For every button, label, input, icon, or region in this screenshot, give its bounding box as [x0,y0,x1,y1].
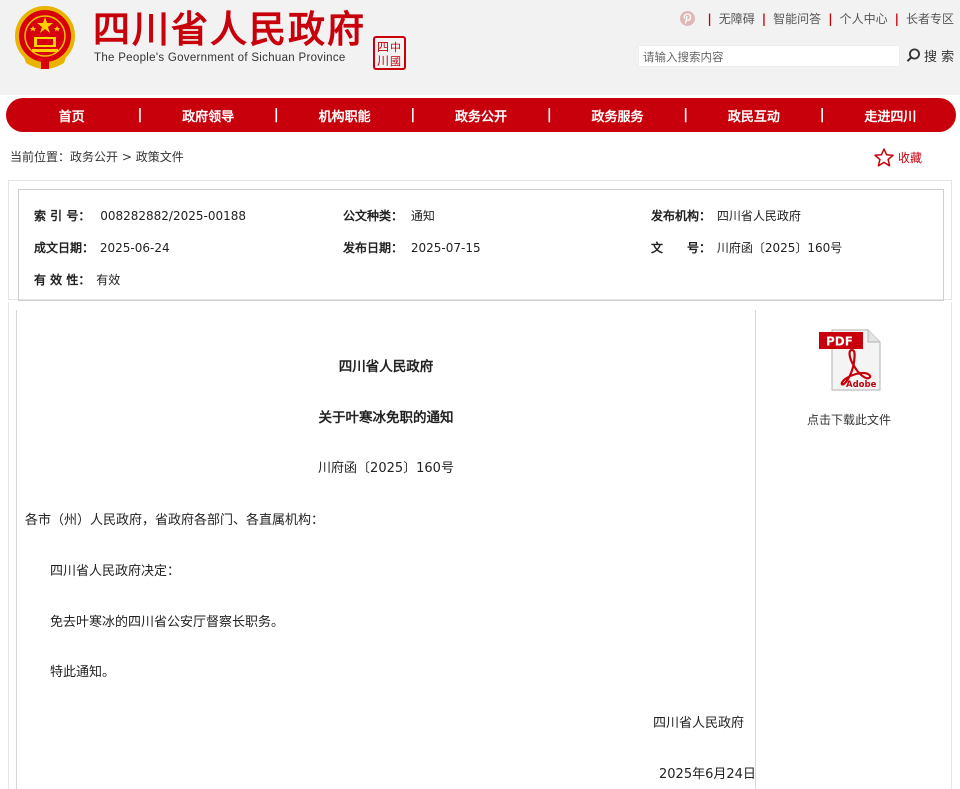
meta-index-value: 008282882/2025-00188 [100,209,246,223]
breadcrumb-item-gov-affairs[interactable]: 政务公开 [70,150,118,164]
svg-text:國: 國 [390,55,401,68]
meta-index-label: 索 引 号： [34,209,91,223]
link-personal-center[interactable]: 个人中心 [840,10,888,27]
meta-validity-value: 有效 [96,273,121,287]
download-file-link[interactable]: 点击下载此文件 [760,411,938,428]
meta-type-value: 通知 [410,209,435,223]
meta-created-label: 成文日期： [34,241,95,255]
breadcrumb-item-policy-docs[interactable]: 政策文件 [136,150,184,164]
main-nav: 首页 | 政府领导 | 机构职能 | 政务公开 | 政务服务 | 政民互动 | … [6,98,956,132]
svg-text:四: 四 [377,40,389,54]
link-accessibility[interactable]: 无障碍 [719,10,755,27]
doc-paragraph: 四川省人民政府决定： [50,564,181,579]
site-subtitle-en: The People's Government of Sichuan Provi… [94,52,346,64]
meta-published-label: 发布日期： [343,241,404,255]
doc-paragraph: 特此通知。 [50,665,116,680]
pinterest-icon[interactable] [679,10,696,27]
pdf-file-icon[interactable]: PDF Adobe [818,328,882,392]
nav-item-interaction[interactable]: 政民互动 [688,106,819,125]
nav-item-gov-services[interactable]: 政务服务 [552,106,683,125]
document-panel [16,310,756,789]
link-smart-qa[interactable]: 智能问答 [773,10,821,27]
site-header: 四川省人民政府 The People's Government of Sichu… [0,0,960,95]
top-links: | 无障碍 | 智能问答 | 个人中心 | 长者专区 [679,10,954,27]
nav-item-home[interactable]: 首页 [6,106,137,125]
meta-type-label: 公文种类： [343,209,404,223]
doc-salutation: 各市（州）人民政府，省政府各部门、各直属机构： [25,513,325,528]
meta-created-value: 2025-06-24 [99,241,170,255]
doc-paragraph: 免去叶寒冰的四川省公安厅督察长职务。 [50,615,285,630]
doc-sign-date: 2025年6月24日 [659,767,756,782]
meta-issuer-label: 发布机构： [651,209,712,223]
breadcrumb-separator: > [118,150,136,164]
sichuan-seal-logo: 四 中 川 國 [373,36,406,70]
doc-sign-org: 四川省人民政府 [653,716,745,731]
national-emblem-icon [15,6,75,69]
meta-created: 成文日期： 2025-06-24 [34,239,170,256]
nav-item-about-sichuan[interactable]: 走进四川 [825,106,956,125]
search-icon [906,48,920,62]
meta-docno-label: 文 号： [651,241,712,255]
link-separator: | [828,11,833,26]
search-input[interactable]: 请输入搜索内容 [638,45,900,67]
link-separator: | [761,11,767,26]
meta-index: 索 引 号： 008282882/2025-00188 [34,207,246,224]
nav-item-leaders[interactable]: 政府领导 [142,106,273,125]
meta-validity: 有 效 性： 有效 [34,271,120,288]
breadcrumb-prefix: 当前位置： [10,150,71,164]
meta-validity-label: 有 效 性： [34,273,91,287]
star-icon [874,148,894,167]
meta-type: 公文种类： 通知 [343,207,435,224]
site-title: 四川省人民政府 [93,7,366,51]
doc-issuer: 四川省人民政府 [338,359,434,375]
breadcrumb: 当前位置：政务公开 > 政策文件 [10,148,184,165]
svg-text:川: 川 [377,54,389,68]
meta-docno-value: 川府函〔2025〕160号 [716,241,843,255]
pdf-badge-text: PDF [826,335,853,349]
meta-issuer: 发布机构： 四川省人民政府 [651,207,801,224]
search-button-label: 搜 索 [924,50,955,65]
search-button[interactable]: 搜 索 [906,46,954,65]
nav-item-functions[interactable]: 机构职能 [279,106,410,125]
doc-title: 关于叶寒冰免职的通知 [318,410,454,426]
meta-published: 发布日期： 2025-07-15 [343,239,481,256]
link-separator: | [707,11,712,26]
nav-item-gov-affairs[interactable]: 政务公开 [415,106,546,125]
adobe-label: Adobe [846,380,877,390]
link-separator: | [894,11,899,26]
meta-docno: 文 号： 川府函〔2025〕160号 [651,239,842,256]
meta-issuer-value: 四川省人民政府 [716,209,801,223]
favorite-label: 收藏 [897,151,922,165]
svg-text:中: 中 [390,41,401,54]
link-elderly-zone[interactable]: 长者专区 [906,10,954,27]
favorite-button[interactable]: 收藏 [874,148,922,167]
meta-published-value: 2025-07-15 [410,241,481,255]
doc-number: 川府函〔2025〕160号 [318,461,454,476]
